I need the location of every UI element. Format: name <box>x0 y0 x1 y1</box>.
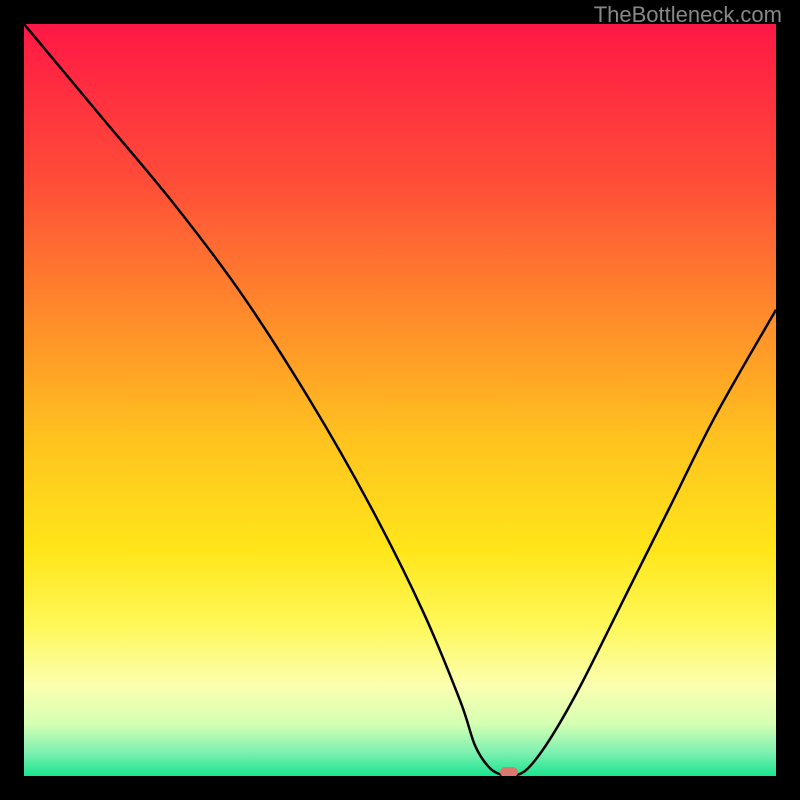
plot-area <box>24 24 776 776</box>
bottleneck-curve <box>24 24 776 776</box>
optimum-marker <box>500 767 518 776</box>
watermark-text: TheBottleneck.com <box>594 2 782 28</box>
chart-container: TheBottleneck.com <box>0 0 800 800</box>
